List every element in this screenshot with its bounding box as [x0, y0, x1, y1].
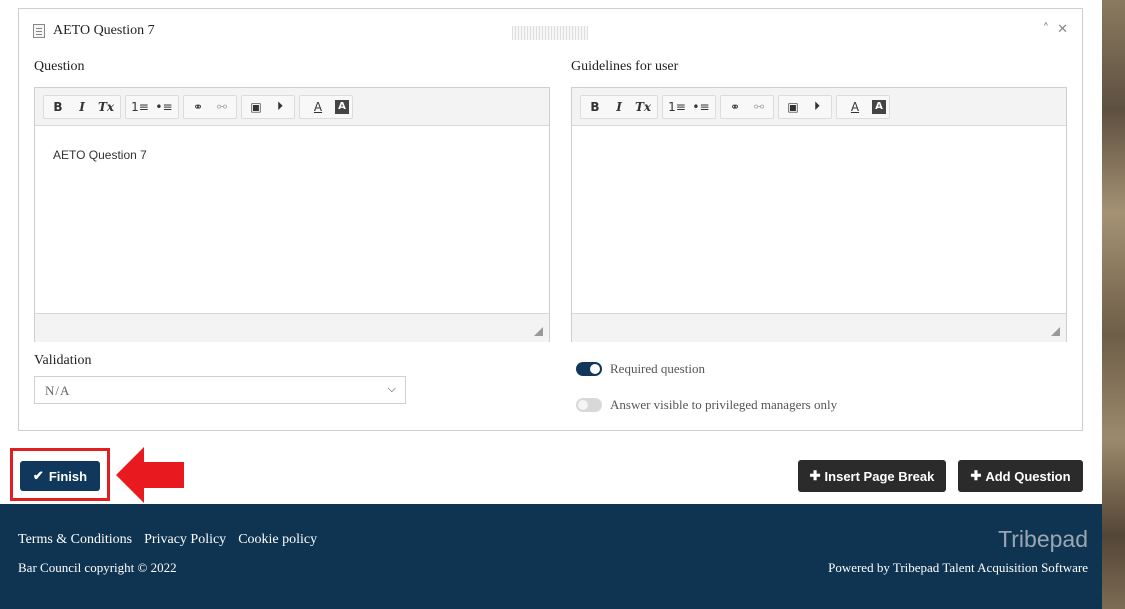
powered-by-text: Powered by Tribepad Talent Acquisition S…: [828, 560, 1088, 575]
resize-handle-icon[interactable]: [534, 327, 543, 336]
close-icon[interactable]: ✕: [1057, 22, 1068, 37]
plus-icon: ✚: [970, 468, 982, 483]
list-group: 1≡ •≡: [662, 94, 716, 119]
remove-format-button[interactable]: Tx: [632, 97, 654, 117]
terms-link[interactable]: Terms & Conditions: [18, 532, 132, 548]
background-color-button[interactable]: A: [872, 99, 886, 114]
question-panel: AETO Question 7 ˄ ✕ Question Guidelines …: [18, 8, 1083, 431]
editor-toolbar: B I Tx 1≡ •≡ ⚭ ⚯ ▣ ⏵ A A: [572, 88, 1066, 126]
numbered-list-button[interactable]: 1≡: [129, 97, 151, 117]
panel-controls: ˄ ✕: [1043, 22, 1068, 37]
validation-selected-value: N/A: [45, 383, 71, 398]
finish-label: Finish: [48, 468, 88, 484]
footer-links: Terms & Conditions Privacy Policy Cookie…: [18, 532, 317, 548]
check-icon: ✔: [32, 468, 44, 483]
image-icon[interactable]: ▣: [245, 97, 267, 117]
media-group: ▣ ⏵: [778, 94, 832, 119]
bold-button[interactable]: B: [47, 97, 69, 117]
document-icon: [33, 24, 45, 38]
plus-icon: ✚: [809, 468, 821, 483]
remove-format-button[interactable]: Tx: [95, 97, 117, 117]
brand-logo[interactable]: Tribepad: [998, 526, 1088, 553]
guidelines-label: Guidelines for user: [571, 59, 679, 74]
validation-label: Validation: [34, 353, 92, 368]
bold-button[interactable]: B: [584, 97, 606, 117]
required-question-toggle[interactable]: [576, 362, 602, 376]
guidelines-editor: B I Tx 1≡ •≡ ⚭ ⚯ ▣ ⏵ A A: [571, 87, 1067, 342]
format-group: B I Tx: [580, 94, 658, 119]
insert-page-break-button[interactable]: ✚ Insert Page Break: [798, 460, 946, 492]
required-question-label: Required question: [610, 361, 705, 376]
question-text-area[interactable]: AETO Question 7: [35, 126, 549, 313]
unlink-icon[interactable]: ⚯: [211, 97, 233, 117]
background-color-button[interactable]: A: [335, 99, 349, 114]
numbered-list-button[interactable]: 1≡: [666, 97, 688, 117]
editor-toolbar: B I Tx 1≡ •≡ ⚭ ⚯ ▣ ⏵ A A: [35, 88, 549, 126]
privileged-visibility-label: Answer visible to privileged managers on…: [610, 397, 838, 412]
guidelines-text-area[interactable]: [572, 126, 1066, 313]
chevron-down-icon: ⌵: [387, 382, 397, 395]
add-question-button[interactable]: ✚ Add Question: [958, 460, 1083, 492]
panel-title: AETO Question 7: [53, 23, 155, 38]
cookie-link[interactable]: Cookie policy: [238, 532, 317, 548]
question-label: Question: [34, 59, 85, 74]
privileged-row: Answer visible to privileged managers on…: [576, 397, 837, 413]
editor-statusbar: [572, 313, 1066, 342]
color-group: A A: [836, 94, 890, 119]
bulleted-list-button[interactable]: •≡: [690, 97, 712, 117]
copyright-text: Bar Council copyright © 2022: [18, 560, 177, 575]
link-group: ⚭ ⚯: [183, 94, 237, 119]
resize-handle-icon[interactable]: [1051, 327, 1060, 336]
required-question-row: Required question: [576, 361, 705, 377]
footer: Terms & Conditions Privacy Policy Cookie…: [0, 504, 1102, 609]
finish-button[interactable]: ✔ Finish: [20, 461, 100, 491]
background-photo: [1102, 0, 1125, 609]
list-group: 1≡ •≡: [125, 94, 179, 119]
insert-page-break-label: Insert Page Break: [824, 468, 935, 484]
unlink-icon[interactable]: ⚯: [748, 97, 770, 117]
color-group: A A: [299, 94, 353, 119]
text-color-button[interactable]: A: [840, 97, 870, 117]
media-embed-icon[interactable]: ⏵: [806, 97, 828, 117]
link-icon[interactable]: ⚭: [187, 97, 209, 117]
finish-highlight-box: ✔ Finish: [10, 448, 110, 501]
format-group: B I Tx: [43, 94, 121, 119]
media-group: ▣ ⏵: [241, 94, 295, 119]
text-color-button[interactable]: A: [303, 97, 333, 117]
privileged-visibility-toggle[interactable]: [576, 398, 602, 412]
panel-header: AETO Question 7: [33, 23, 155, 39]
question-editor: B I Tx 1≡ •≡ ⚭ ⚯ ▣ ⏵ A A AETO Question 7: [34, 87, 550, 342]
validation-select[interactable]: N/A ⌵: [34, 376, 406, 404]
image-icon[interactable]: ▣: [782, 97, 804, 117]
pointer-arrow-icon: [116, 447, 184, 503]
editor-statusbar: [35, 313, 549, 342]
privacy-link[interactable]: Privacy Policy: [144, 532, 226, 548]
italic-button[interactable]: I: [608, 97, 630, 117]
italic-button[interactable]: I: [71, 97, 93, 117]
add-question-label: Add Question: [985, 468, 1071, 484]
media-embed-icon[interactable]: ⏵: [269, 97, 291, 117]
drag-handle[interactable]: [512, 26, 588, 40]
link-group: ⚭ ⚯: [720, 94, 774, 119]
bulleted-list-button[interactable]: •≡: [153, 97, 175, 117]
link-icon[interactable]: ⚭: [724, 97, 746, 117]
chevron-double-up-icon[interactable]: ˄: [1043, 22, 1050, 37]
